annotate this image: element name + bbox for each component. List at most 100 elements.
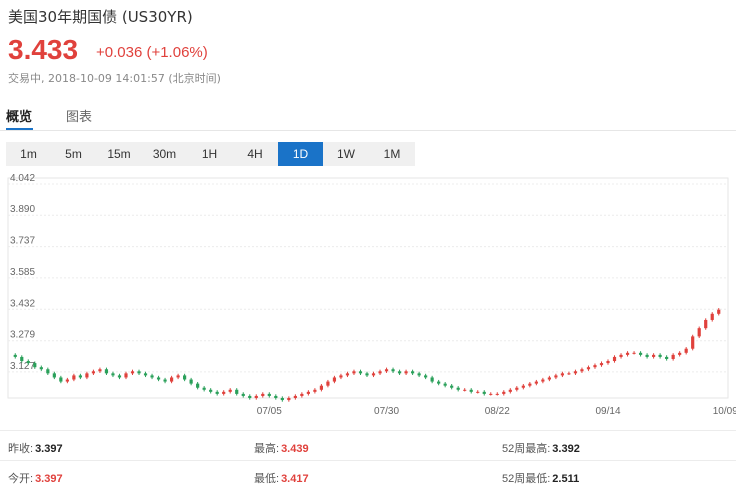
- candle-body: [397, 371, 402, 374]
- candle-body: [98, 369, 102, 372]
- candle-body: [228, 389, 232, 392]
- candle-body: [489, 393, 493, 395]
- view-tabs: 概览 图表: [0, 100, 736, 130]
- candle-body: [261, 393, 265, 396]
- candle-body: [20, 356, 24, 362]
- candle-body: [547, 377, 551, 380]
- candle-body: [150, 375, 154, 378]
- range-1m-button[interactable]: 1m: [6, 142, 51, 166]
- stat-52w-low: 52周最低: 2.511: [502, 470, 579, 486]
- range-1d-button[interactable]: 1D: [278, 142, 323, 166]
- y-tick-label: 4.042: [10, 174, 35, 184]
- stat-prev-close-value: 3.397: [35, 443, 63, 455]
- y-tick-label: 3.127: [10, 361, 35, 372]
- candle-body: [521, 385, 525, 388]
- candle-body: [169, 377, 174, 382]
- price-change: +0.036 (+1.06%): [96, 44, 208, 61]
- candle-body: [404, 371, 408, 374]
- x-tick-label: 10/09: [713, 406, 736, 417]
- tab-overview[interactable]: 概览: [6, 106, 32, 125]
- range-1h-button[interactable]: 1H: [187, 142, 232, 166]
- candle-body: [293, 395, 297, 398]
- candle-body: [515, 387, 519, 390]
- candle-body: [593, 365, 597, 368]
- candle-body: [59, 377, 63, 382]
- candle-body: [287, 398, 291, 401]
- stat-prev-close-label: 昨收:: [8, 443, 34, 455]
- candle-body: [72, 375, 76, 380]
- chart-frame: [7, 177, 729, 399]
- price-chart[interactable]: 4.042 3.890 3.737 3.585 3.432 3.279 3.127 07/05…: [0, 174, 736, 424]
- candle-body: [482, 391, 486, 394]
- stat-low-value: 3.417: [281, 473, 309, 485]
- stat-52w-high-label: 52周最高:: [502, 443, 551, 455]
- x-tick-label: 07/05: [257, 406, 282, 417]
- candle-body: [46, 369, 50, 374]
- candle-body: [443, 383, 447, 386]
- candle-body: [300, 393, 304, 396]
- candle-body: [248, 395, 252, 398]
- stat-open-value: 3.397: [35, 473, 63, 485]
- candle-body: [632, 352, 636, 354]
- candle-body: [189, 379, 193, 384]
- range-5m-button[interactable]: 5m: [51, 142, 96, 166]
- range-1w-button[interactable]: 1W: [323, 142, 369, 166]
- range-30m-button[interactable]: 30m: [142, 142, 187, 166]
- range-4h-button[interactable]: 4H: [232, 142, 278, 166]
- candle-body: [104, 369, 109, 374]
- candle-body: [678, 352, 682, 355]
- tab-chart[interactable]: 图表: [66, 106, 92, 125]
- candle-body: [586, 367, 591, 370]
- candle-body: [85, 373, 89, 378]
- range-1mo-button[interactable]: 1M: [369, 142, 415, 166]
- trading-status: 交易中, 2018-10-09 14:01:57 (北京时间): [8, 72, 221, 85]
- candle-body: [645, 354, 649, 357]
- stat-high-value: 3.439: [281, 443, 309, 455]
- candle-body: [599, 363, 604, 366]
- candle-body: [156, 377, 161, 380]
- candle-body: [163, 379, 167, 382]
- candle-body: [652, 354, 656, 357]
- range-15m-button[interactable]: 15m: [96, 142, 142, 166]
- x-tick-label: 08/22: [485, 406, 510, 417]
- candle-body: [424, 375, 428, 378]
- y-tick-label: 3.432: [10, 298, 35, 309]
- tabs-divider: [0, 130, 736, 131]
- candle-body: [450, 385, 454, 388]
- candle-body: [345, 373, 350, 376]
- candle-body: [528, 383, 532, 386]
- candle-body: [534, 381, 538, 384]
- candle-body: [26, 361, 30, 364]
- candle-body: [560, 373, 565, 376]
- candle-body: [254, 395, 258, 398]
- y-tick-label: 3.585: [10, 267, 35, 278]
- candle-body: [280, 398, 284, 401]
- candle-body: [658, 354, 662, 357]
- candle-body: [91, 371, 96, 374]
- stat-high-label: 最高:: [254, 443, 280, 455]
- candle-body: [638, 352, 643, 355]
- candle-body: [352, 371, 356, 374]
- candle-body: [319, 385, 324, 390]
- candle-body: [417, 373, 421, 376]
- candle-body: [456, 387, 460, 390]
- y-tick-label: 3.279: [10, 330, 35, 341]
- stats-panel: 昨收: 3.397 最高: 3.439 52周最高: 3.392 今开: 3.397 最…: [0, 430, 736, 490]
- candle-body: [209, 389, 213, 392]
- stat-52w-low-label: 52周最低:: [502, 473, 551, 485]
- candle-body: [502, 391, 506, 394]
- candle-body: [13, 354, 17, 357]
- candle-body: [619, 354, 623, 357]
- candle-body: [241, 393, 245, 396]
- candle-body: [430, 377, 434, 382]
- stat-high: 最高: 3.439: [254, 440, 309, 456]
- stat-52w-high-value: 3.392: [552, 443, 580, 455]
- candle-body: [358, 371, 363, 374]
- candle-body: [378, 371, 382, 374]
- candle-body: [52, 373, 56, 378]
- candle-body: [130, 371, 135, 374]
- candle-body: [463, 389, 467, 391]
- candle-body: [117, 375, 122, 378]
- stat-open: 今开: 3.397: [8, 470, 63, 486]
- candle-body: [111, 373, 115, 376]
